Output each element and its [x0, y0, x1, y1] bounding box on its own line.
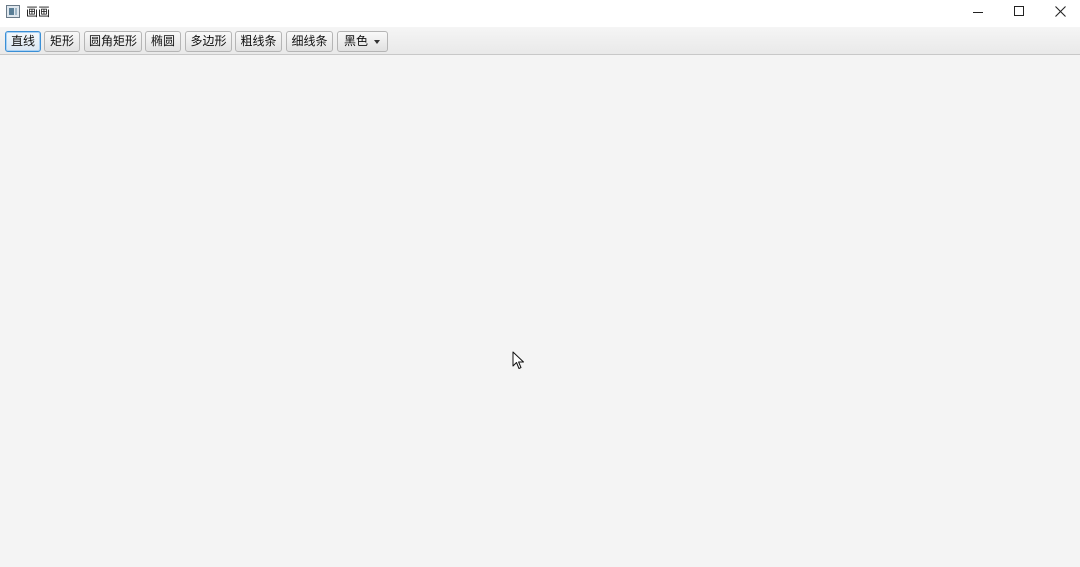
- color-select[interactable]: 黑色: [337, 31, 388, 52]
- close-icon: [1055, 6, 1066, 17]
- maximize-icon: [1014, 6, 1024, 16]
- close-button[interactable]: [1038, 0, 1080, 24]
- color-select-value: 黑色: [344, 34, 369, 48]
- minimize-icon: [973, 12, 983, 13]
- line-tool-button[interactable]: 直线: [5, 31, 41, 52]
- rectangle-tool-button[interactable]: 矩形: [44, 31, 80, 52]
- title-bar: 画画: [0, 0, 1080, 27]
- chevron-down-icon: [374, 40, 380, 44]
- maximize-button[interactable]: [997, 0, 1041, 24]
- window-title: 画画: [26, 5, 51, 19]
- toolbar: 直线 矩形 圆角矩形 椭圆 多边形 粗线条 细线条 黑色: [0, 27, 1080, 55]
- thin-line-button[interactable]: 细线条: [286, 31, 333, 52]
- polygon-tool-button[interactable]: 多边形: [185, 31, 232, 52]
- ellipse-tool-button[interactable]: 椭圆: [145, 31, 181, 52]
- rounded-rectangle-tool-button[interactable]: 圆角矩形: [84, 31, 142, 52]
- drawing-canvas[interactable]: [0, 55, 1080, 567]
- mouse-cursor-icon: [512, 351, 524, 369]
- thick-line-button[interactable]: 粗线条: [235, 31, 282, 52]
- app-window-icon: [6, 5, 20, 18]
- minimize-button[interactable]: [956, 0, 1000, 24]
